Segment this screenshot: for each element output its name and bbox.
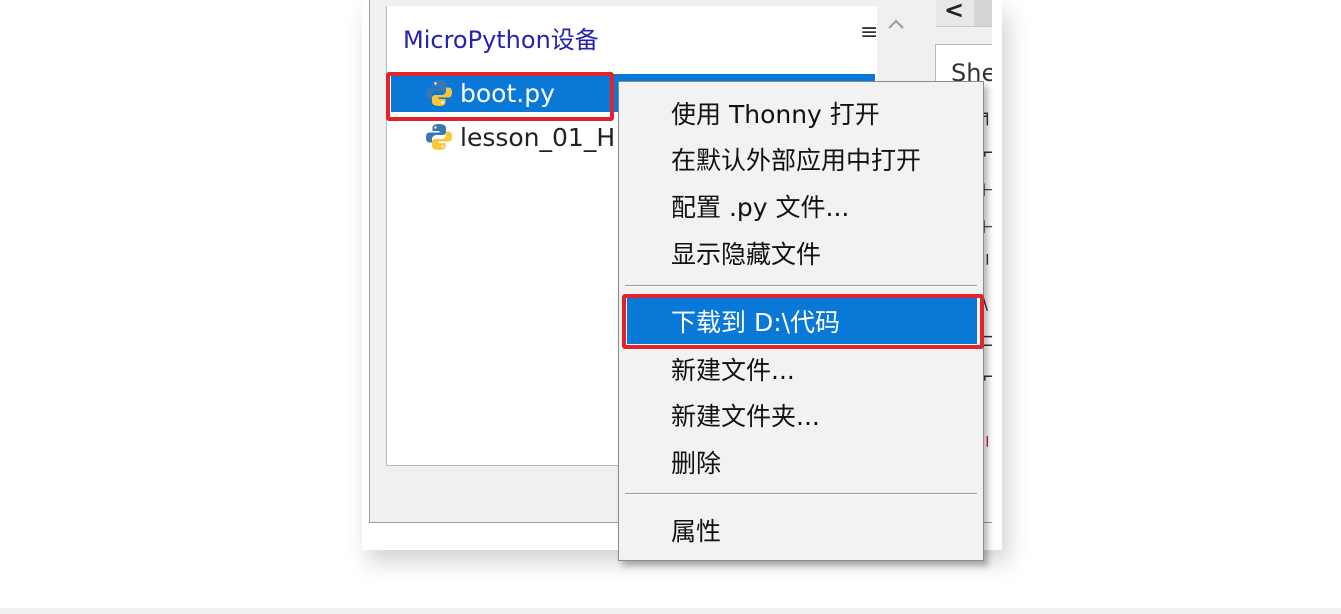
menu-item-open-external[interactable]: 在默认外部应用中打开 bbox=[619, 136, 983, 182]
scroll-up-icon[interactable] bbox=[885, 14, 907, 36]
menu-separator bbox=[625, 493, 977, 495]
tab-left-arrow-icon[interactable]: < bbox=[944, 0, 964, 24]
menu-item-configure-py[interactable]: 配置 .py 文件... bbox=[619, 183, 983, 229]
page-bottom-strip bbox=[0, 608, 1341, 614]
menu-separator bbox=[625, 285, 977, 287]
menu-item-new-folder[interactable]: 新建文件夹... bbox=[619, 392, 983, 438]
panel-menu-icon[interactable]: ≡ bbox=[860, 22, 878, 44]
file-name: lesson_01_H bbox=[460, 122, 616, 152]
menu-item-properties[interactable]: 属性 bbox=[619, 507, 983, 553]
menu-item-open-in-thonny[interactable]: 使用 Thonny 打开 bbox=[619, 90, 983, 136]
menu-item-show-hidden[interactable]: 显示隐藏文件 bbox=[619, 230, 983, 276]
tab-scroll-track[interactable] bbox=[974, 0, 992, 26]
menu-item-delete[interactable]: 删除 bbox=[619, 439, 983, 485]
file-item-lesson[interactable]: lesson_01_H bbox=[424, 118, 615, 156]
panel-title: MicroPython设备 bbox=[403, 26, 599, 54]
python-file-icon bbox=[426, 124, 452, 150]
menu-item-new-file[interactable]: 新建文件... bbox=[619, 346, 983, 392]
highlight-box-boot-py bbox=[386, 72, 614, 121]
highlight-box-download bbox=[622, 294, 984, 349]
editor-tab-nav: < bbox=[936, 0, 992, 27]
